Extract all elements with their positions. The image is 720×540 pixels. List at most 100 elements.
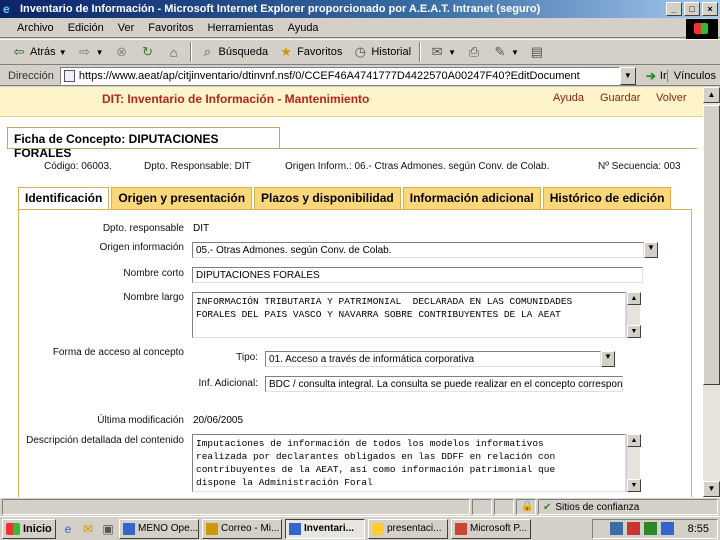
windows-flag-icon [6, 522, 20, 535]
refresh-button[interactable]: ↻ [135, 41, 161, 63]
search-button[interactable]: ⌕ Búsqueda [195, 41, 274, 63]
back-link[interactable]: Volver [656, 92, 687, 104]
task-correo[interactable]: Correo - Mi... [202, 518, 282, 539]
maximize-button[interactable]: □ [684, 2, 700, 16]
network-icon[interactable] [609, 522, 623, 535]
home-button[interactable]: ⌂ [161, 41, 187, 63]
tipo-dropdown-icon[interactable]: ▼ [601, 351, 615, 367]
address-dropdown-button[interactable]: ▼ [619, 66, 636, 85]
scrollbar-thumb[interactable] [703, 105, 720, 385]
go-arrow-icon: ➔ [645, 68, 656, 83]
scroll-down-icon[interactable]: ▼ [627, 325, 641, 338]
history-clock-icon: ◷ [354, 44, 366, 59]
back-dropdown-icon: ▼ [58, 47, 67, 57]
outlook-quicklaunch-icon[interactable]: ✉ [80, 521, 96, 537]
nombre-largo-textarea[interactable]: INFORMACIÓN TRIBUTARIA Y PATRIMONIAL DEC… [192, 292, 641, 338]
task-inventario[interactable]: Inventari... [285, 518, 365, 539]
tab-historico-edicion[interactable]: Histórico de edición [542, 187, 672, 209]
scroll-up-icon[interactable]: ▲ [627, 434, 641, 447]
descripcion-scrollbar[interactable]: ▲ ▼ [626, 434, 641, 492]
menu-bar: Archivo Edición Ver Favoritos Herramient… [0, 18, 720, 38]
menu-favoritos[interactable]: Favoritos [141, 22, 200, 34]
nombre-largo-text[interactable]: INFORMACIÓN TRIBUTARIA Y PATRIMONIAL DEC… [192, 292, 626, 338]
back-arrow-icon: ⇦ [13, 44, 25, 59]
tipo-select[interactable]: 01. Acceso a través de informática corpo… [265, 351, 615, 367]
mail-icon [206, 522, 218, 535]
origen-select[interactable]: 05.- Otras Admones. según Conv. de Colab… [192, 242, 658, 258]
stop-button[interactable]: ⊗ [109, 41, 135, 63]
edit-button[interactable]: ✎ ▼ [487, 41, 524, 63]
tab-identificacion[interactable]: Identificación [18, 187, 110, 209]
descripcion-textarea[interactable]: Imputaciones de información de todos los… [192, 434, 641, 492]
security-zone: ✔ Sitios de confianza [538, 499, 718, 515]
discuss-button[interactable]: ▤ [524, 41, 550, 63]
scroll-down-icon[interactable]: ▼ [703, 481, 720, 497]
tab-informacion-adicional[interactable]: Información adicional [402, 187, 541, 209]
tab-origen-presentacion[interactable]: Origen y presentación [111, 187, 253, 209]
inf-adicional-input[interactable]: BDC / consulta integral. La consulta se … [265, 376, 623, 392]
search-icon: ⌕ [203, 44, 212, 59]
menu-edicion[interactable]: Edición [61, 22, 111, 34]
task-powerpoint[interactable]: Microsoft P... [451, 518, 531, 539]
address-label: Dirección [8, 69, 54, 82]
forward-dropdown-icon: ▼ [95, 47, 104, 57]
powerpoint-icon [455, 522, 467, 535]
start-button[interactable]: Inicio [2, 518, 56, 539]
lock-cell: 🔒 [516, 499, 536, 515]
links-button[interactable]: Vínculos [666, 69, 716, 82]
toolbar-separator [189, 42, 192, 62]
scroll-up-icon[interactable]: ▲ [627, 292, 641, 305]
forward-arrow-icon: ⇨ [79, 44, 91, 59]
print-button[interactable]: ⎙ [461, 41, 487, 63]
menu-herramientas[interactable]: Herramientas [201, 22, 281, 34]
app-title: DIT: Inventario de Información - Manteni… [102, 92, 370, 106]
scroll-up-icon[interactable]: ▲ [703, 87, 720, 103]
menu-ver[interactable]: Ver [111, 22, 142, 34]
origen-dropdown-icon[interactable]: ▼ [644, 242, 658, 258]
dpto-label: Dpto. responsable [102, 223, 184, 234]
go-button[interactable]: ➔ Ir [646, 69, 667, 83]
scroll-down-icon[interactable]: ▼ [627, 479, 641, 492]
descripcion-label: Descripción detallada del contenido [26, 435, 184, 446]
app-header: DIT: Inventario de Información - Manteni… [0, 87, 703, 117]
toolbar-separator [419, 42, 422, 62]
nombre-largo-scrollbar[interactable]: ▲ ▼ [626, 292, 641, 338]
language-icon[interactable] [660, 522, 674, 535]
ie-quicklaunch-icon[interactable]: e [60, 521, 76, 537]
tab-plazos-disponibilidad[interactable]: Plazos y disponibilidad [254, 187, 401, 209]
trusted-sites-icon: ✔ [543, 501, 552, 513]
antivirus-icon[interactable] [626, 522, 640, 535]
menu-ayuda[interactable]: Ayuda [281, 22, 326, 34]
nombre-corto-input[interactable]: DIPUTACIONES FORALES [192, 267, 643, 283]
mail-button[interactable]: ✉ ▼ [424, 41, 461, 63]
refresh-icon: ↻ [142, 44, 153, 59]
stop-icon: ⊗ [116, 44, 127, 59]
document-icon: ▤ [530, 44, 544, 59]
history-button[interactable]: ◷ Historial [347, 41, 416, 63]
concept-dept: Dpto. Responsable: DIT [144, 161, 251, 172]
task-meno[interactable]: MENO Ope... [119, 518, 199, 539]
descripcion-text[interactable]: Imputaciones de información de todos los… [192, 434, 626, 492]
clock: 8:55 [687, 522, 709, 535]
help-link[interactable]: Ayuda [553, 92, 584, 104]
menu-archivo[interactable]: Archivo [10, 22, 61, 34]
edit-dropdown-icon: ▼ [510, 47, 519, 57]
section-tabs: Identificación Origen y presentación Pla… [18, 187, 673, 209]
desktop-quicklaunch-icon[interactable]: ▣ [100, 521, 116, 537]
concept-sequence: Nº Secuencia: 003 [598, 161, 681, 172]
toolbar: ⇦ Atrás ▼ ⇨ ▼ ⊗ ↻ ⌂ ⌕ Búsqueda ★ Favorit… [0, 39, 720, 65]
origen-label: Origen información [99, 242, 184, 253]
task-presentacion[interactable]: presentaci... [368, 518, 448, 539]
close-button[interactable]: × [702, 2, 718, 16]
address-input[interactable]: https://www.aeat/ap/citjinventario/dtinv… [59, 66, 620, 85]
save-link[interactable]: Guardar [600, 92, 640, 104]
minimize-button[interactable]: _ [666, 2, 682, 16]
favorites-button[interactable]: ★ Favoritos [273, 41, 347, 63]
favorites-star-icon: ★ [280, 44, 292, 59]
back-button[interactable]: ⇦ Atrás ▼ [6, 41, 72, 63]
taskbar: Inicio e ✉ ▣ MENO Ope... Correo - Mi... … [0, 516, 720, 540]
tipo-select-value: 01. Acceso a través de informática corpo… [265, 351, 601, 367]
tray-app-icon[interactable] [643, 522, 657, 535]
page-scrollbar[interactable]: ▲ ▼ [703, 87, 720, 497]
forward-button[interactable]: ⇨ ▼ [72, 41, 109, 63]
